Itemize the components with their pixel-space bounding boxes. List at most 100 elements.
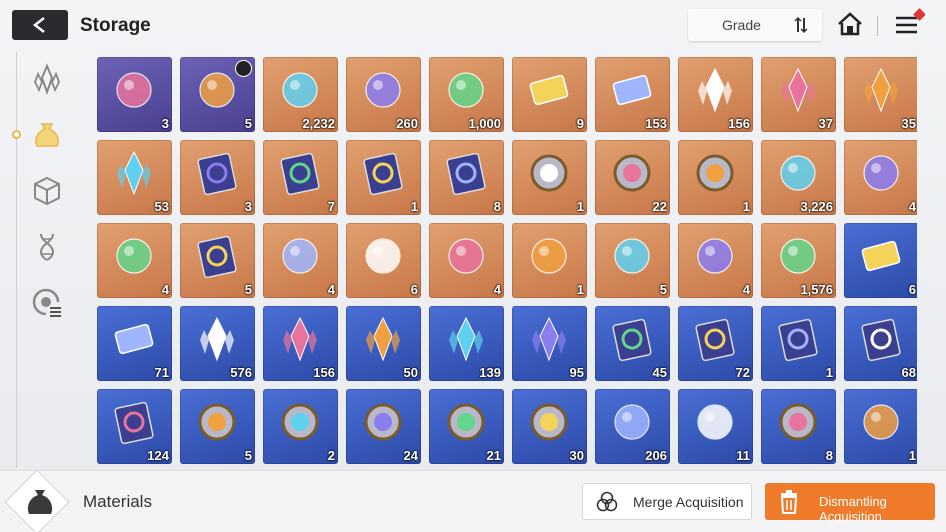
item-tile[interactable]: 2,232 [263, 57, 338, 132]
item-count: 4 [327, 282, 335, 297]
star-badge-icon [779, 403, 817, 441]
envelope-icon [448, 238, 484, 274]
paper-stack-icon [365, 238, 401, 274]
item-tile[interactable]: 68 [844, 306, 917, 381]
cyan-core-icon [365, 72, 401, 108]
item-tile[interactable]: 156 [678, 57, 753, 132]
pink-crystal-icon [698, 67, 732, 113]
spray-gun-icon [282, 238, 318, 274]
gold-sprout-icon [780, 155, 816, 191]
item-count: 156 [728, 116, 750, 131]
item-tile[interactable]: 1,576 [761, 223, 836, 298]
item-tile[interactable]: 95 [512, 306, 587, 381]
radar-icon [32, 288, 61, 317]
item-tile[interactable]: 4 [844, 140, 917, 215]
item-tile[interactable]: 11 [678, 389, 753, 464]
sort-order-icon[interactable] [791, 15, 811, 35]
silver-medal-1-icon [198, 403, 236, 441]
item-tile[interactable]: 72 [678, 306, 753, 381]
eye-book-blue-icon [778, 318, 818, 362]
diary-icon [614, 238, 650, 274]
item-tile[interactable]: 1 [844, 389, 917, 464]
item-count: 153 [645, 116, 667, 131]
item-tile[interactable]: 1 [346, 140, 421, 215]
item-tile[interactable]: 3,226 [761, 140, 836, 215]
item-tile[interactable]: 4 [263, 223, 338, 298]
item-tile[interactable]: 1,000 [429, 57, 504, 132]
sidebar-item-materials[interactable] [26, 114, 68, 156]
sidebar-item-dna[interactable] [26, 226, 68, 268]
item-count: 9 [576, 116, 584, 131]
sword-book-icon [197, 152, 237, 196]
pouch-icon [35, 123, 59, 147]
gold-ticket-2-icon [612, 74, 652, 106]
item-count: 260 [396, 116, 418, 131]
item-tile[interactable]: 139 [429, 306, 504, 381]
sidebar-item-cube[interactable] [26, 170, 68, 212]
pyramid-relic-icon [199, 72, 235, 108]
item-tile[interactable]: 45 [595, 306, 670, 381]
item-count: 95 [569, 365, 584, 380]
item-tile[interactable]: 8 [429, 140, 504, 215]
item-tile[interactable]: 4 [97, 223, 172, 298]
shield-medal-icon [530, 154, 568, 192]
home-icon[interactable] [836, 10, 864, 38]
item-count: 3 [161, 116, 169, 131]
item-tile[interactable]: 37 [761, 57, 836, 132]
item-tile[interactable]: 5 [180, 57, 255, 132]
item-count: 1 [825, 365, 833, 380]
back-arrow-icon [32, 17, 45, 33]
gear-book-icon [446, 152, 486, 196]
silver-medal-3-icon [364, 403, 402, 441]
item-tile[interactable]: 6 [346, 223, 421, 298]
item-tile[interactable]: 1 [761, 306, 836, 381]
dismantling-acquisition-button[interactable]: Dismantling Acquisition [765, 483, 935, 524]
sidebar-item-radar[interactable] [26, 282, 68, 324]
item-tile[interactable]: 5 [180, 389, 255, 464]
item-tile[interactable]: 1 [512, 223, 587, 298]
item-tile[interactable]: 24 [346, 389, 421, 464]
item-tile[interactable]: 3 [97, 57, 172, 132]
item-tile[interactable]: 1 [678, 140, 753, 215]
item-tile[interactable]: 124 [97, 389, 172, 464]
sidebar-item-crystal[interactable] [26, 58, 68, 100]
item-tile[interactable]: 4 [429, 223, 504, 298]
back-button[interactable] [12, 10, 68, 40]
item-tile[interactable]: 50 [346, 306, 421, 381]
item-tile[interactable]: 6 [844, 223, 917, 298]
item-tile[interactable]: 5 [595, 223, 670, 298]
item-tile[interactable]: 9 [512, 57, 587, 132]
item-tile[interactable]: 3 [180, 140, 255, 215]
item-count: 5 [244, 448, 252, 463]
item-tile[interactable]: 2 [263, 389, 338, 464]
target-medal-icon [696, 154, 734, 192]
silver-medal-2-icon [281, 403, 319, 441]
item-tile[interactable]: 7 [263, 140, 338, 215]
item-tile[interactable]: 260 [346, 57, 421, 132]
item-tile[interactable]: 156 [263, 306, 338, 381]
item-count: 53 [154, 199, 169, 214]
item-tile[interactable]: 5 [180, 223, 255, 298]
item-tile[interactable]: 71 [97, 306, 172, 381]
item-tile[interactable]: 153 [595, 57, 670, 132]
merge-acquisition-button[interactable]: Merge Acquisition [582, 483, 752, 520]
item-tile[interactable]: 21 [429, 389, 504, 464]
grade-label: Grade [722, 17, 761, 33]
item-tile[interactable]: 22 [595, 140, 670, 215]
item-count: 1 [410, 199, 418, 214]
blue-crystal-icon [117, 150, 151, 196]
item-tile[interactable]: 206 [595, 389, 670, 464]
item-tile[interactable]: 53 [97, 140, 172, 215]
item-tile[interactable]: 576 [180, 306, 255, 381]
cyan-shard-icon [532, 316, 566, 362]
gold-ticket-icon [529, 74, 569, 106]
data-chip-icon [448, 72, 484, 108]
menu-icon[interactable] [893, 8, 925, 40]
item-tile[interactable]: 1 [512, 140, 587, 215]
item-tile[interactable]: 8 [761, 389, 836, 464]
item-tile[interactable]: 30 [512, 389, 587, 464]
header-bar: Storage Grade [0, 0, 946, 50]
item-tile[interactable]: 4 [678, 223, 753, 298]
item-tile[interactable]: 35 [844, 57, 917, 132]
grade-sort-button[interactable]: Grade [688, 9, 822, 41]
